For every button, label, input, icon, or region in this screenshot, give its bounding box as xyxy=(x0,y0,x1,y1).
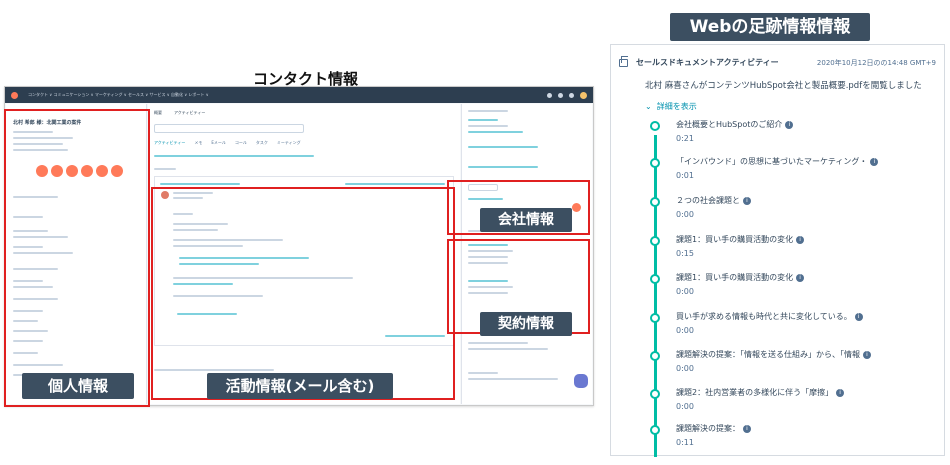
view-duration: 0:01 xyxy=(676,171,694,180)
page-title: 課題1：買い手の購買活動の変化 xyxy=(676,273,794,282)
timeline-line xyxy=(654,135,657,457)
activity-tabs: アクティビティー メモ Eメール コール タスク ミーティング xyxy=(154,140,301,146)
chat-icon[interactable] xyxy=(574,374,588,388)
timeline-dot xyxy=(650,313,660,323)
activity-type: セールスドキュメントアクティビティー xyxy=(636,58,779,67)
page-title: 買い手が求める情報も時代と共に変化している。 xyxy=(676,312,852,321)
tab-calls[interactable]: コール xyxy=(235,140,247,146)
view-duration: 0:00 xyxy=(676,364,694,373)
info-icon[interactable]: i xyxy=(796,273,805,282)
company-info-label: 会社情報 xyxy=(480,208,572,232)
tab-activity-all[interactable]: アクティビティー xyxy=(154,140,185,146)
chevron-down-icon: ⌄ xyxy=(645,102,652,111)
timeline-dot xyxy=(650,274,660,284)
web-footprint-title: Webの足跡情報情報 xyxy=(670,13,870,41)
document-icon xyxy=(619,55,628,67)
timeline-dot xyxy=(650,425,660,435)
search-icon[interactable] xyxy=(547,92,552,98)
page-title: 課題1：買い手の購買活動の変化 xyxy=(676,235,794,244)
info-icon[interactable]: i xyxy=(743,424,751,433)
page-title: 「インバウンド」の思想に基づいたマーケティング・ xyxy=(676,157,868,166)
record-tabs: 概要 アクティビティー xyxy=(154,110,205,116)
crm-screenshot: コンタクト ∨ コミュニケーション ∨ マーケティング ∨ セールス ∨ サービ… xyxy=(4,86,594,407)
tab-emails[interactable]: Eメール xyxy=(211,140,226,146)
info-icon[interactable]: i xyxy=(854,312,863,321)
page-title: 課題解決の提案： xyxy=(676,424,740,433)
tab-overview[interactable]: 概要 xyxy=(154,110,162,116)
details-toggle-label: 詳細を表示 xyxy=(656,102,697,111)
info-icon[interactable]: i xyxy=(836,388,845,397)
page-title: 課題解決の提案：「情報を送る仕組み」から、「情報 xyxy=(676,350,860,359)
web-activity-panel: セールスドキュメントアクティビティー 2020年10月12日のの14:48 GM… xyxy=(610,44,945,457)
timeline-dot xyxy=(650,158,660,168)
activity-info-label: 活動情報(メール含む) xyxy=(207,373,393,399)
personal-info-highlight xyxy=(4,109,150,407)
contract-info-label: 契約情報 xyxy=(480,312,572,336)
avatar[interactable] xyxy=(580,91,587,99)
activity-info-highlight xyxy=(151,187,455,400)
personal-info-label: 個人情報 xyxy=(22,373,134,399)
settings-icon[interactable] xyxy=(558,92,563,98)
tab-meetings[interactable]: ミーティング xyxy=(277,140,301,146)
view-duration: 0:00 xyxy=(676,402,694,411)
timeline-dot xyxy=(650,121,660,131)
info-icon[interactable]: i xyxy=(743,196,751,205)
info-icon[interactable]: i xyxy=(796,235,805,244)
tab-tasks[interactable]: タスク xyxy=(256,140,268,146)
view-duration: 0:11 xyxy=(676,438,694,447)
timeline-dot xyxy=(650,389,660,399)
notification-icon[interactable] xyxy=(569,92,574,98)
timeline-dot xyxy=(650,236,660,246)
activity-header: セールスドキュメントアクティビティー 2020年10月12日のの14:48 GM… xyxy=(619,55,936,68)
tab-activity[interactable]: アクティビティー xyxy=(174,110,205,116)
page-title: ２つの社会課題と xyxy=(676,196,740,205)
timeline-dot xyxy=(650,197,660,207)
view-duration: 0:15 xyxy=(676,249,694,258)
view-duration: 0:00 xyxy=(676,287,694,296)
activity-description: 北村 麻喜さんがコンテンツHubSpot会社と製品概要.pdfを閲覧しました xyxy=(645,81,922,91)
activity-date: 2020年10月12日のの14:48 GMT+9 xyxy=(816,58,936,67)
top-navbar: コンタクト ∨ コミュニケーション ∨ マーケティング ∨ セールス ∨ サービ… xyxy=(5,87,593,103)
hubspot-logo-icon xyxy=(11,91,18,99)
view-duration: 0:00 xyxy=(676,210,694,219)
timeline-dot xyxy=(650,351,660,361)
page-title: 会社概要とHubSpotのご紹介 xyxy=(676,120,783,129)
activity-search-input[interactable] xyxy=(154,124,304,133)
info-icon[interactable]: i xyxy=(785,120,794,129)
view-duration: 0:00 xyxy=(676,326,694,335)
info-icon[interactable]: i xyxy=(863,350,871,359)
view-duration: 0:21 xyxy=(676,134,694,143)
info-icon[interactable]: i xyxy=(870,157,879,166)
tab-notes[interactable]: メモ xyxy=(194,140,202,146)
details-toggle[interactable]: ⌄ 詳細を表示 xyxy=(645,101,697,112)
main-nav[interactable]: コンタクト ∨ コミュニケーション ∨ マーケティング ∨ セールス ∨ サービ… xyxy=(28,92,209,98)
page-title: 課題2：社内営業者の多様化に伴う「摩擦」 xyxy=(676,388,834,397)
